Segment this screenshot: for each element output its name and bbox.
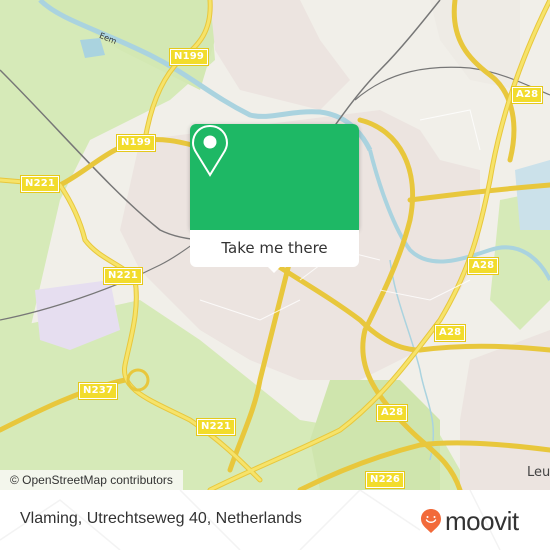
road-shield-n199-west: N199 — [117, 135, 156, 151]
map-attribution[interactable]: © OpenStreetMap contributors — [0, 470, 183, 490]
footer-bar: Vlaming, Utrechtseweg 40, Netherlands mo… — [0, 490, 550, 550]
moovit-wordmark: moovit — [445, 506, 519, 536]
road-shield-n199-north: N199 — [170, 49, 209, 65]
road-shield-n221-west: N221 — [21, 176, 60, 192]
take-me-there-button[interactable]: Take me there — [190, 230, 359, 267]
road-shield-n221-south: N221 — [197, 419, 236, 435]
urban-area-north — [210, 0, 350, 110]
road-shield-n221-mid: N221 — [104, 268, 143, 284]
road-shield-a28-north: A28 — [512, 87, 543, 103]
road-shield-n226: N226 — [366, 472, 405, 488]
road-shield-a28-east: A28 — [435, 325, 466, 341]
road-shield-a28-south: A28 — [377, 405, 408, 421]
harbor — [515, 160, 550, 230]
moovit-logo[interactable]: moovit — [420, 508, 519, 534]
road-shield-a28-mid: A28 — [468, 258, 499, 274]
map-view[interactable]: N199 N199 N221 N221 N237 N221 A28 A28 A2… — [0, 0, 550, 490]
place-label-leusden: Leu — [527, 465, 550, 480]
map-pin-icon — [191, 124, 229, 177]
road-shield-n237: N237 — [79, 383, 118, 399]
road-southeast — [417, 343, 550, 353]
address-text: Vlaming, Utrechtseweg 40, Netherlands — [20, 510, 302, 527]
moovit-logo-icon — [421, 509, 441, 533]
location-popup: Take me there — [190, 124, 359, 273]
popup-header — [190, 124, 359, 230]
popup-pointer — [266, 265, 282, 273]
